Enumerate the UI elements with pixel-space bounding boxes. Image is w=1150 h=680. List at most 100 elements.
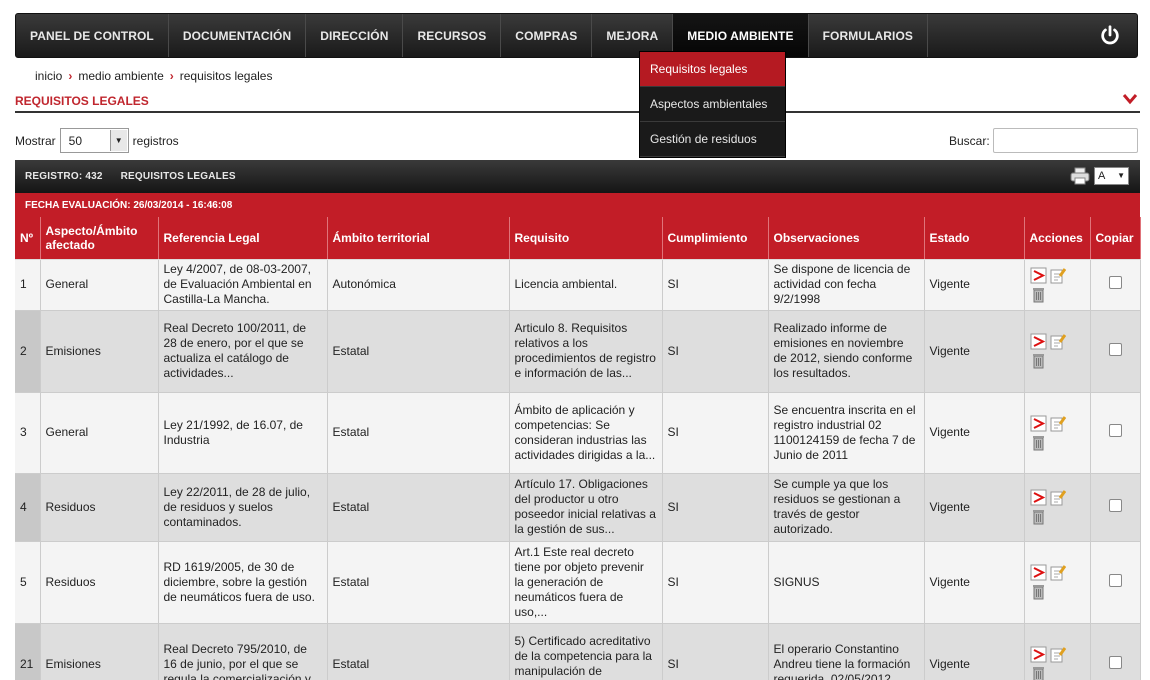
column-header[interactable]: Acciones	[1024, 217, 1091, 260]
record-number: REGISTRO: 432	[25, 171, 103, 182]
column-header[interactable]: Estado	[924, 217, 1025, 260]
nav-item-formularios[interactable]: FORMULARIOS	[809, 14, 929, 57]
table-cell: Se cumple ya que los residuos se gestion…	[768, 473, 925, 542]
table-cell: Vigente	[924, 310, 1025, 393]
table-row: 2 Emisiones Real Decreto 100/2011, de 28 d…	[15, 310, 1141, 393]
table-cell: Ley 4/2007, de 08-03-2007, de Evaluación…	[158, 259, 328, 311]
copy-checkbox[interactable]	[1108, 424, 1122, 437]
dropdown-item-1[interactable]: Aspectos ambientales	[640, 87, 785, 122]
edit-icon[interactable]	[1049, 333, 1066, 350]
nav-item-panel-de-control[interactable]: PANEL DE CONTROL	[16, 14, 169, 57]
print-icon[interactable]	[1070, 167, 1090, 185]
pdf-icon[interactable]	[1030, 415, 1047, 432]
copy-cell	[1090, 541, 1141, 624]
table-body: 1 General Ley 4/2007, de 08-03-2007, de Ev…	[15, 259, 1141, 680]
actions-cell	[1024, 541, 1091, 624]
trash-icon[interactable]	[1030, 352, 1047, 369]
nav-item-compras[interactable]: COMPRAS	[501, 14, 593, 57]
table-cell: General	[40, 392, 159, 474]
pdf-icon[interactable]	[1030, 646, 1047, 663]
page-length-control: Mostrar 50 ▼ registros	[15, 128, 179, 153]
breadcrumb-separator-icon: ›	[68, 69, 73, 83]
pdf-icon[interactable]	[1030, 564, 1047, 581]
row-actions	[1030, 564, 1074, 600]
column-header[interactable]: Requisito	[509, 217, 663, 260]
page-title: REQUISITOS LEGALES	[15, 94, 149, 108]
copy-checkbox[interactable]	[1108, 342, 1122, 356]
pdf-icon[interactable]	[1030, 489, 1047, 506]
dropdown-item-2[interactable]: Gestión de residuos	[640, 122, 785, 157]
copy-cell	[1090, 623, 1141, 680]
trash-icon[interactable]	[1030, 508, 1047, 525]
table-cell: SI	[662, 473, 769, 542]
search-label: Buscar:	[949, 133, 990, 148]
table-cell: Real Decreto 795/2010, de 16 de junio, p…	[158, 623, 328, 680]
row-actions	[1030, 489, 1074, 525]
table-row: 4 Residuos Ley 22/2011, de 28 de julio, de…	[15, 473, 1141, 542]
evaluation-date-bar: FECHA EVALUACIÓN: 26/03/2014 - 16:46:08	[15, 193, 1140, 217]
table-cell: El operario Constantino Andreu tiene la …	[768, 623, 925, 680]
column-header[interactable]: Ámbito territorial	[327, 217, 510, 260]
table-cell: SI	[662, 623, 769, 680]
breadcrumb-link[interactable]: requisitos legales	[180, 69, 273, 83]
table-cell: Artículo 17. Obligaciones del productor …	[509, 473, 663, 542]
table-cell: Vigente	[924, 541, 1025, 624]
table-cell: Ley 21/1992, de 16.07, de Industria	[158, 392, 328, 474]
dropdown-item-0[interactable]: Requisitos legales	[640, 52, 785, 87]
length-suffix: registros	[132, 133, 179, 148]
copy-checkbox[interactable]	[1108, 498, 1122, 512]
page-length-select[interactable]: 50 ▼	[59, 128, 129, 153]
nav-item-direcci-n[interactable]: DIRECCIÓN	[306, 14, 404, 57]
edit-icon[interactable]	[1049, 646, 1066, 663]
table-cell: Articulo 8. Requisitos relativos a los p…	[509, 310, 663, 393]
table-cell: Ley 22/2011, de 28 de julio, de residuos…	[158, 473, 328, 542]
column-header[interactable]: Observaciones	[768, 217, 925, 260]
breadcrumb-link[interactable]: inicio	[35, 69, 62, 83]
table-row: 21 Emisiones Real Decreto 795/2010, de 16 …	[15, 623, 1141, 680]
table-cell: 1	[15, 259, 41, 311]
column-header[interactable]: Copiar	[1090, 217, 1141, 260]
edit-icon[interactable]	[1049, 267, 1066, 284]
column-header[interactable]: Aspecto/Ámbito afectado	[40, 217, 159, 260]
pdf-icon[interactable]	[1030, 267, 1047, 284]
copy-checkbox[interactable]	[1108, 573, 1122, 587]
nav-item-documentaci-n[interactable]: DOCUMENTACIÓN	[169, 14, 307, 57]
table-cell: RD 1619/2005, de 30 de diciembre, sobre …	[158, 541, 328, 624]
table-title-bar: REGISTRO: 432 REQUISITOS LEGALES	[15, 160, 1140, 193]
collapse-chevron-icon[interactable]	[1122, 92, 1138, 106]
table-cell: 21	[15, 623, 41, 680]
copy-checkbox[interactable]	[1108, 276, 1122, 289]
table-cell: Vigente	[924, 259, 1025, 311]
table-cell: Se encuentra inscrita en el registro ind…	[768, 392, 925, 474]
trash-icon[interactable]	[1030, 286, 1047, 303]
trash-icon[interactable]	[1030, 665, 1047, 680]
table-cell: Autonómica	[327, 259, 510, 311]
edit-icon[interactable]	[1049, 564, 1066, 581]
table-cell: Residuos	[40, 473, 159, 542]
column-header[interactable]: Referencia Legal	[158, 217, 328, 260]
actions-cell	[1024, 473, 1091, 542]
edit-icon[interactable]	[1049, 415, 1066, 432]
column-header[interactable]: Cumplimiento	[662, 217, 769, 260]
search-input[interactable]	[992, 128, 1138, 153]
font-size-value: A	[1098, 170, 1106, 182]
table-cell: Estatal	[327, 310, 510, 393]
copy-cell	[1090, 392, 1141, 474]
power-icon[interactable]	[1099, 24, 1121, 46]
table-cell: Vigente	[924, 473, 1025, 542]
pdf-icon[interactable]	[1030, 333, 1047, 350]
copy-checkbox[interactable]	[1108, 655, 1122, 669]
nav-item-recursos[interactable]: RECURSOS	[403, 14, 502, 57]
edit-icon[interactable]	[1049, 489, 1066, 506]
breadcrumb-link[interactable]: medio ambiente	[78, 69, 163, 83]
top-navigation: PANEL DE CONTROL DOCUMENTACIÓN DIRECCIÓN RE…	[15, 13, 1138, 58]
trash-icon[interactable]	[1030, 583, 1047, 600]
font-size-select[interactable]: A ▼	[1094, 167, 1129, 185]
chevron-down-icon: ▼	[1117, 171, 1125, 180]
row-actions	[1030, 333, 1074, 369]
column-header[interactable]: Nº	[15, 217, 41, 260]
nav-menu: PANEL DE CONTROL DOCUMENTACIÓN DIRECCIÓN RE…	[16, 14, 929, 57]
table-cell: 4	[15, 473, 41, 542]
table-cell: Art.1 Este real decreto tiene por objeto…	[509, 541, 663, 624]
trash-icon[interactable]	[1030, 434, 1047, 451]
